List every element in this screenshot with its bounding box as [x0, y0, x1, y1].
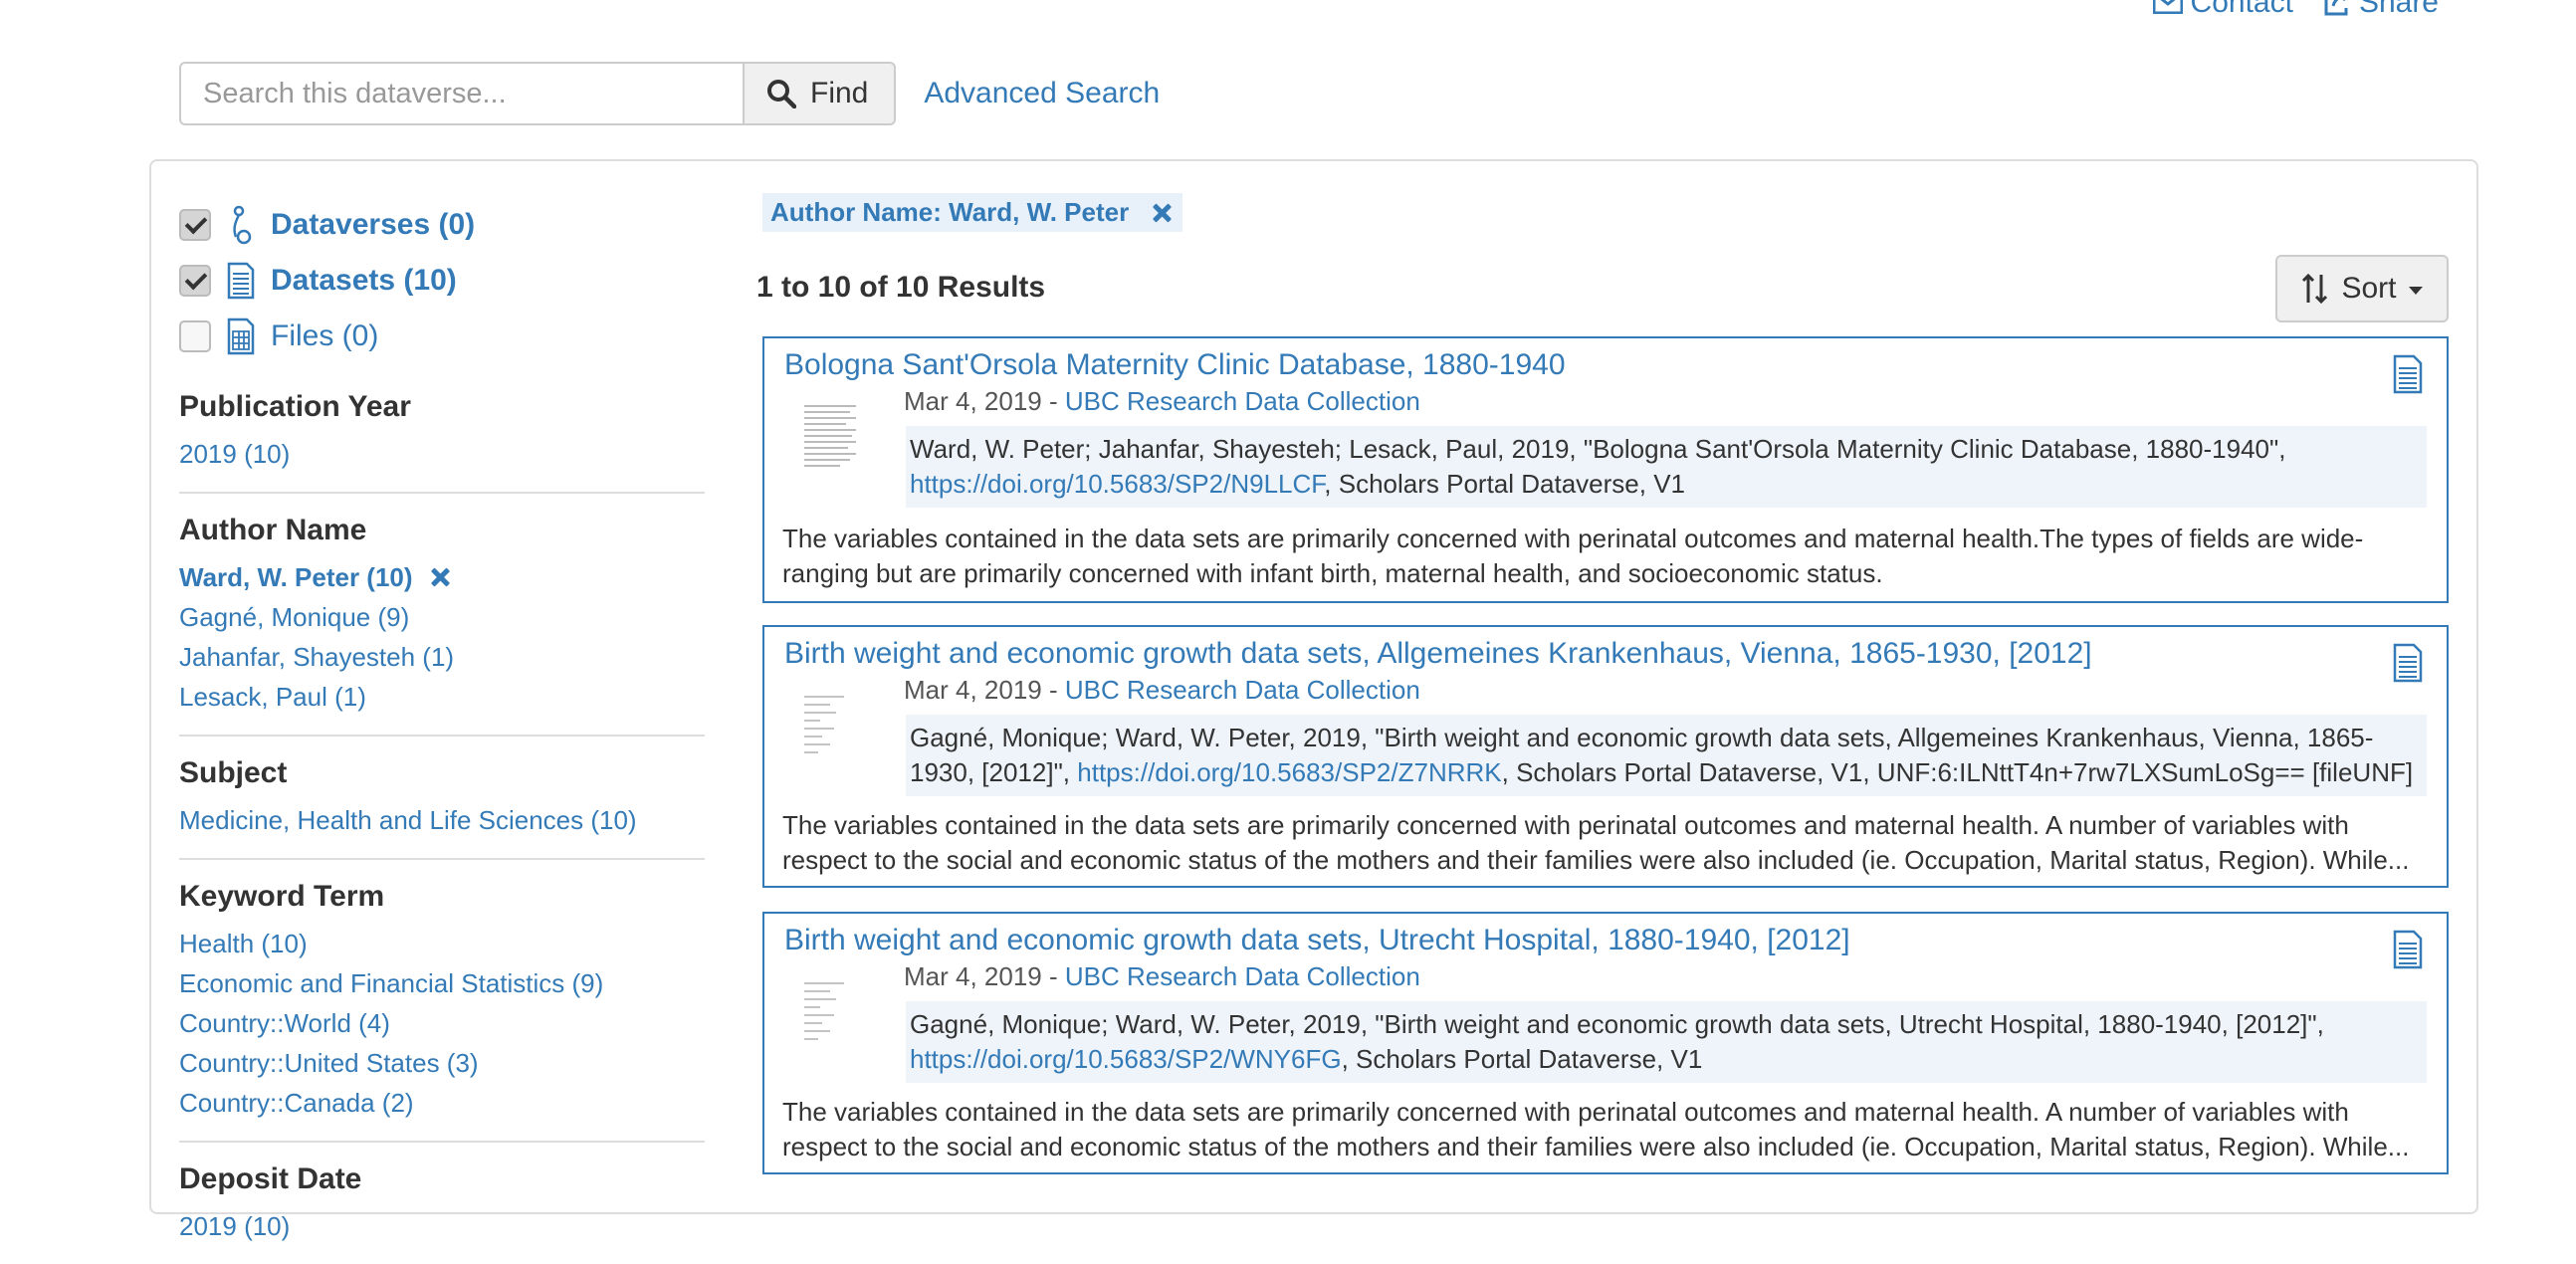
facet-sidebar: Dataverses (0) Datasets (10) Files (0) P… [179, 197, 705, 1264]
facet-item-selected[interactable]: Ward, W. Peter (10) [179, 557, 705, 597]
contact-link[interactable]: Contact [2152, 0, 2293, 20]
facet-title: Deposit Date [179, 1162, 362, 1195]
files-label[interactable]: Files (0) [271, 319, 378, 353]
result-card: Bologna Sant'Orsola Maternity Clinic Dat… [762, 336, 2449, 603]
citation-text-end: , Scholars Portal Dataverse, V1, UNF:6:I… [1501, 757, 2414, 787]
facet-item-label: Ward, W. Peter (10) [179, 562, 413, 592]
dataset-title-link[interactable]: Birth weight and economic growth data se… [784, 924, 1850, 957]
collection-link[interactable]: UBC Research Data Collection [1065, 386, 1420, 416]
dataverses-label[interactable]: Dataverses (0) [271, 208, 475, 242]
dataset-thumbnail [800, 687, 860, 766]
doi-link[interactable]: https://doi.org/10.5683/SP2/WNY6FG [910, 1044, 1342, 1074]
dataset-meta: Mar 4, 2019 - UBC Research Data Collecti… [904, 386, 1420, 417]
dataset-meta: Mar 4, 2019 - UBC Research Data Collecti… [904, 961, 1420, 992]
find-button[interactable]: Find [745, 62, 897, 125]
citation-text: Ward, W. Peter; Jahanfar, Shayesteh; Les… [910, 434, 2286, 464]
sort-button[interactable]: Sort [2275, 255, 2449, 322]
search-icon [767, 80, 796, 108]
facet-keyword-term: Keyword Term Health (10) Economic and Fi… [179, 860, 705, 1143]
dataset-icon [225, 261, 257, 301]
facet-title: Author Name [179, 514, 367, 546]
dataset-date: Mar 4, 2019 [904, 386, 1042, 416]
dataset-icon [2393, 930, 2423, 969]
sort-icon [2302, 273, 2328, 305]
remove-filter-icon[interactable] [1151, 202, 1173, 224]
result-card: Birth weight and economic growth data se… [762, 625, 2449, 888]
facet-item[interactable]: Lesack, Paul (1) [179, 677, 705, 717]
active-filter-chip[interactable]: Author Name: Ward, W. Peter [762, 193, 1183, 232]
facet-item[interactable]: Country::Canada (2) [179, 1083, 705, 1123]
type-filter-files[interactable]: Files (0) [179, 309, 705, 364]
facet-item[interactable]: 2019 (10) [179, 434, 705, 474]
dataset-date: Mar 4, 2019 [904, 675, 1042, 705]
search-bar: Find Advanced Search [179, 62, 1160, 125]
find-label: Find [810, 77, 869, 109]
citation-text: Gagné, Monique; Ward, W. Peter, 2019, "B… [910, 1009, 2324, 1039]
filter-chip-label: Author Name: Ward, W. Peter [770, 197, 1130, 227]
dataset-meta: Mar 4, 2019 - UBC Research Data Collecti… [904, 675, 1420, 706]
facet-author-name: Author Name Ward, W. Peter (10) Gagné, M… [179, 494, 705, 737]
facet-item[interactable]: Country::World (4) [179, 1003, 705, 1043]
envelope-icon [2152, 0, 2183, 14]
dataset-title-link[interactable]: Bologna Sant'Orsola Maternity Clinic Dat… [784, 348, 1566, 382]
facet-item[interactable]: Country::United States (3) [179, 1043, 705, 1083]
dataset-description: The variables contained in the data sets… [782, 1097, 2410, 1161]
dataverses-checkbox[interactable] [179, 209, 211, 241]
facet-title: Keyword Term [179, 880, 385, 913]
dataset-citation: Ward, W. Peter; Jahanfar, Shayesteh; Les… [906, 426, 2427, 508]
header-links: Contact Share [2152, 0, 2439, 20]
facet-title: Publication Year [179, 390, 411, 423]
facet-item[interactable]: Economic and Financial Statistics (9) [179, 963, 705, 1003]
dataset-icon [2393, 354, 2423, 394]
meta-separator: - [1041, 961, 1065, 991]
files-checkbox[interactable] [179, 320, 211, 352]
facet-publication-year: Publication Year 2019 (10) [179, 364, 705, 494]
advanced-search-link[interactable]: Advanced Search [924, 77, 1160, 110]
meta-separator: - [1041, 386, 1065, 416]
search-input[interactable] [179, 62, 745, 125]
facet-item[interactable]: Medicine, Health and Life Sciences (10) [179, 800, 705, 840]
meta-separator: - [1041, 675, 1065, 705]
collection-link[interactable]: UBC Research Data Collection [1065, 675, 1420, 705]
share-link[interactable]: Share [2323, 0, 2439, 20]
dataset-description: The variables contained in the data sets… [782, 524, 2364, 588]
result-card: Birth weight and economic growth data se… [762, 912, 2449, 1174]
dataset-description: The variables contained in the data sets… [782, 810, 2410, 875]
citation-text-end: , Scholars Portal Dataverse, V1 [1324, 469, 1685, 499]
dataset-thumbnail [800, 973, 860, 1053]
result-count: 1 to 10 of 10 Results [756, 271, 1046, 304]
facet-item[interactable]: Gagné, Monique (9) [179, 597, 705, 637]
datasets-label[interactable]: Datasets (10) [271, 264, 457, 298]
dataset-citation: Gagné, Monique; Ward, W. Peter, 2019, "B… [906, 715, 2427, 796]
facet-item[interactable]: 2019 (10) [179, 1206, 705, 1246]
facet-item[interactable]: Health (10) [179, 924, 705, 963]
facet-subject: Subject Medicine, Health and Life Scienc… [179, 737, 705, 860]
doi-link[interactable]: https://doi.org/10.5683/SP2/N9LLCF [910, 469, 1324, 499]
dataset-date: Mar 4, 2019 [904, 961, 1042, 991]
citation-text-end: , Scholars Portal Dataverse, V1 [1341, 1044, 1703, 1074]
type-filter-datasets[interactable]: Datasets (10) [179, 253, 705, 309]
sort-label: Sort [2341, 272, 2397, 305]
datasets-checkbox[interactable] [179, 265, 211, 297]
collection-link[interactable]: UBC Research Data Collection [1065, 961, 1420, 991]
dataset-citation: Gagné, Monique; Ward, W. Peter, 2019, "B… [906, 1001, 2427, 1083]
facet-item[interactable]: Jahanfar, Shayesteh (1) [179, 637, 705, 677]
facet-title: Subject [179, 756, 288, 789]
type-filter-dataverses[interactable]: Dataverses (0) [179, 197, 705, 253]
doi-link[interactable]: https://doi.org/10.5683/SP2/Z7NRRK [1077, 757, 1501, 787]
share-icon [2324, 0, 2348, 16]
dataset-title-link[interactable]: Birth weight and economic growth data se… [784, 637, 2092, 671]
file-icon [225, 316, 257, 356]
facet-deposit-date: Deposit Date 2019 (10) [179, 1143, 705, 1264]
dataverse-icon [225, 205, 257, 245]
caret-down-icon [2408, 287, 2423, 295]
remove-icon[interactable] [429, 566, 451, 588]
dataset-thumbnail [800, 398, 860, 478]
share-label: Share [2358, 0, 2439, 19]
dataset-icon [2393, 643, 2423, 683]
contact-label: Contact [2190, 0, 2293, 19]
